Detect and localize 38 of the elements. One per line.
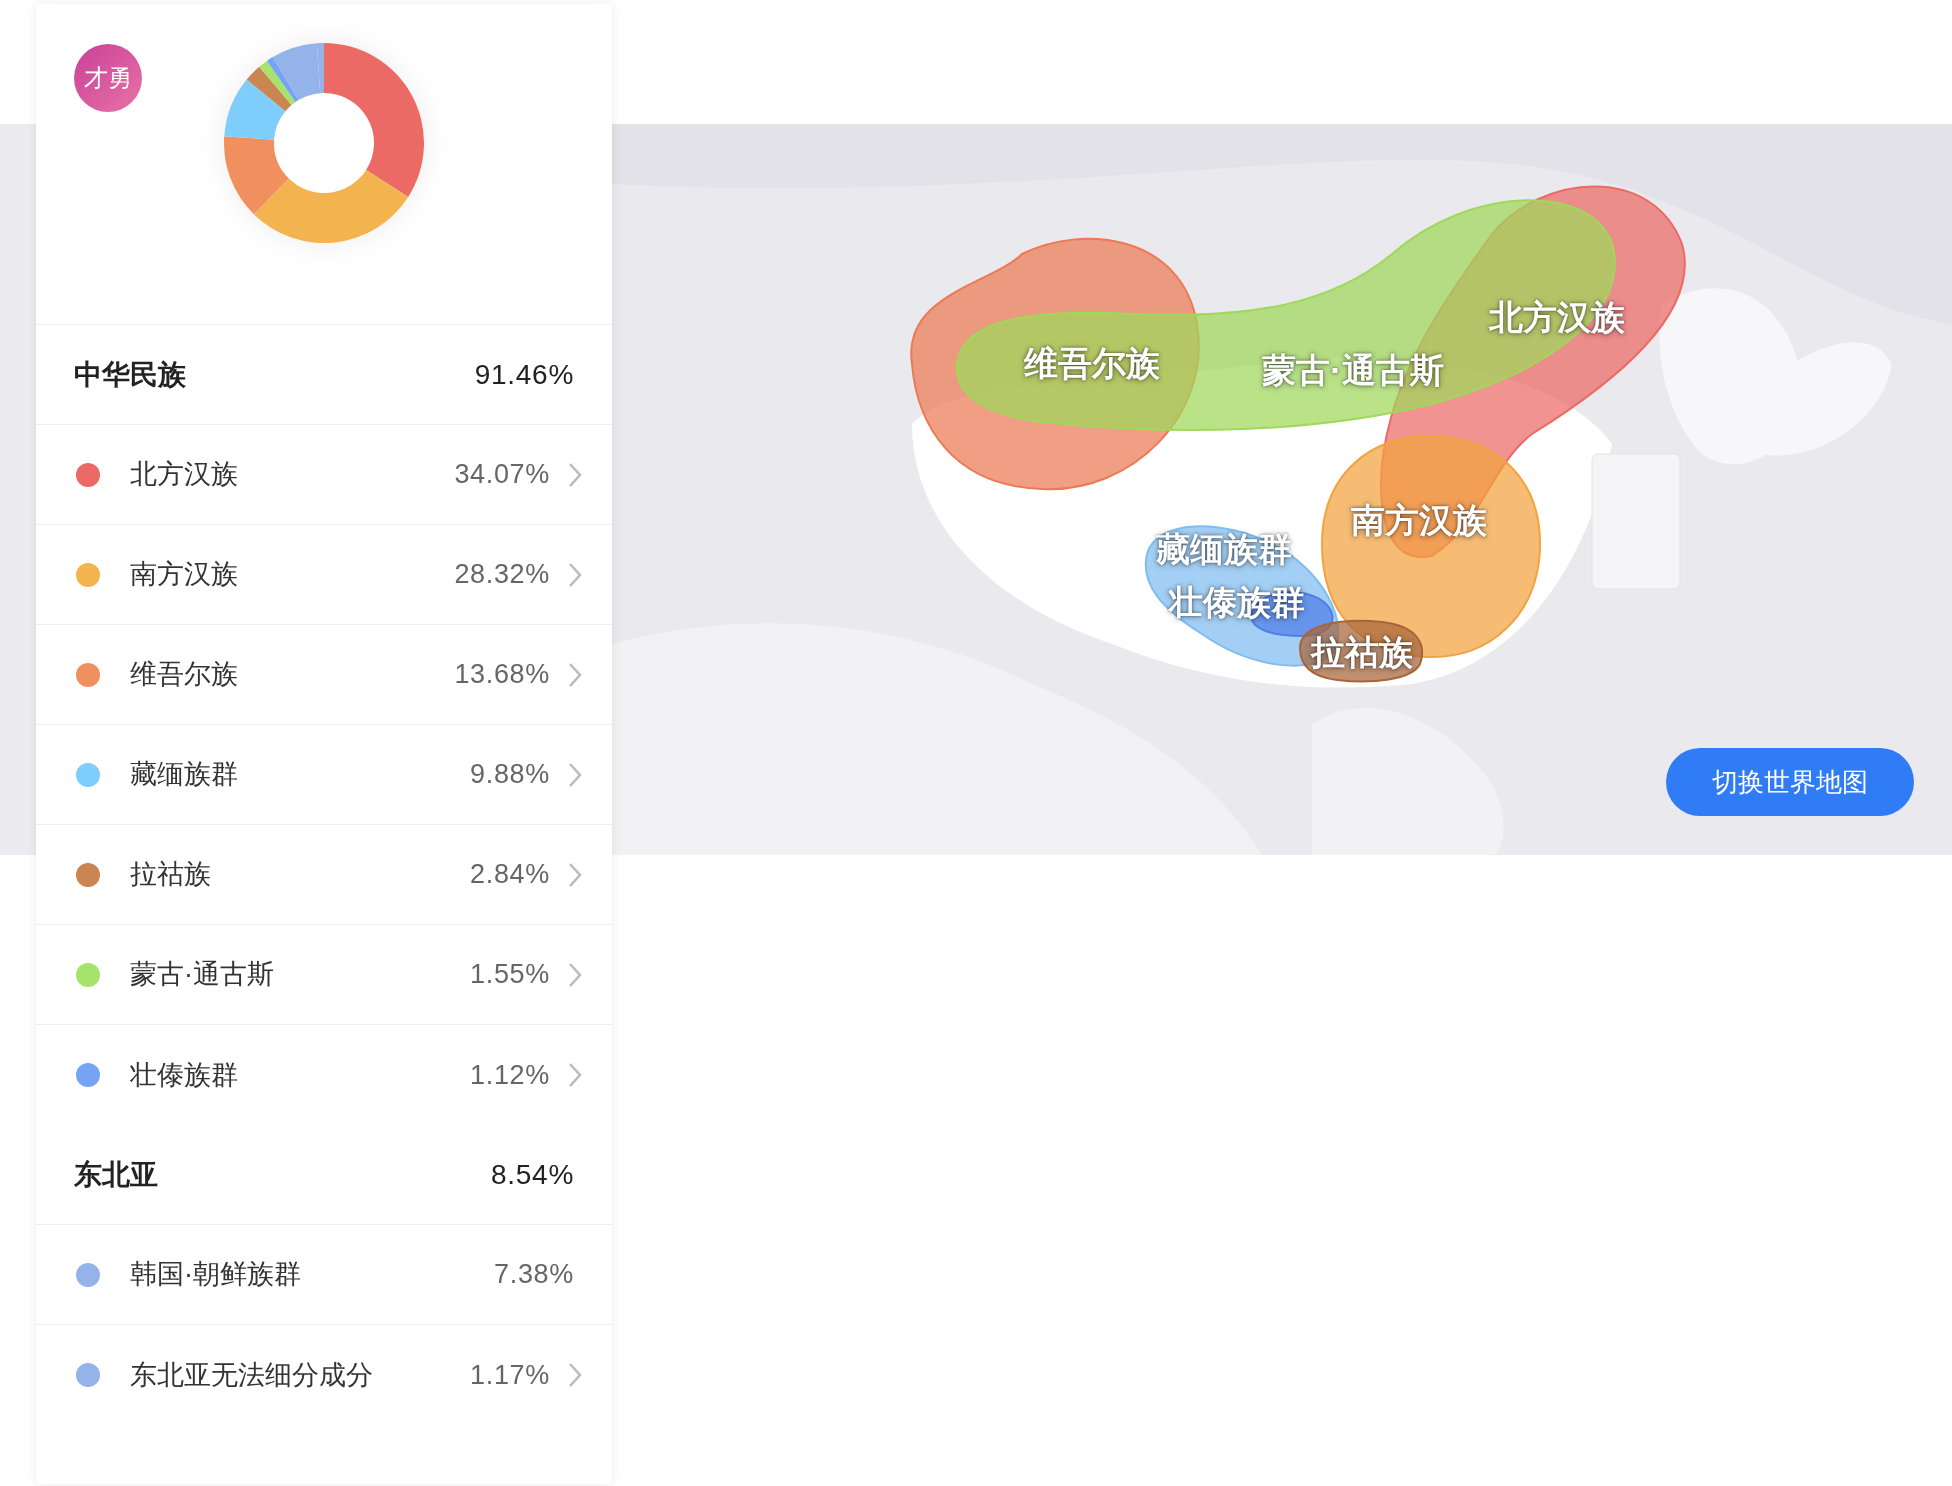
region-label: 维吾尔族 [1024,342,1160,384]
ancestry-percentage: 34.07% [454,458,550,492]
ancestry-name: 维吾尔族 [130,658,238,692]
ancestry-percentage: 13.68% [454,658,550,692]
ancestry-name: 拉祜族 [130,858,211,892]
ancestry-name: 东北亚无法细分成分 [130,1358,373,1392]
ancestry-name: 北方汉族 [130,458,238,492]
ancestry-name: 蒙古·通古斯 [130,958,274,992]
ancestry-row[interactable]: 壮傣族群 1.12% [36,1025,612,1125]
region-label: 北方汉族 [1489,296,1625,338]
ancestry-percentage: 7.38% [494,1258,574,1292]
group-percentage: 91.46% [474,357,574,392]
ancestry-row[interactable]: 东北亚无法细分成分 1.17% [36,1325,612,1425]
ancestry-name: 壮傣族群 [130,1058,238,1092]
group-name: 东北亚 [74,1157,158,1192]
ancestry-percentage: 9.88% [470,758,550,792]
ancestry-name: 藏缅族群 [130,758,238,792]
ancestry-percentage: 1.55% [470,958,550,992]
donut-slice [246,66,292,112]
avatar: 才勇 [74,44,142,112]
ancestry-percentage: 28.32% [454,558,550,592]
ancestry-row[interactable]: 蒙古·通古斯 1.55% [36,925,612,1025]
ancestry-row[interactable]: 北方汉族 34.07% [36,425,612,525]
region-label: 拉祜族 [1311,631,1413,673]
region-label: 蒙古·通古斯 [1262,349,1444,391]
switch-map-button[interactable]: 切换世界地图 [1666,748,1914,816]
ancestry-row[interactable]: 拉祜族 2.84% [36,825,612,925]
ancestry-percentage: 1.17% [470,1358,550,1392]
ancestry-name: 韩国·朝鲜族群 [130,1258,301,1292]
ancestry-row[interactable]: 维吾尔族 13.68% [36,625,612,725]
ancestry-percentage: 2.84% [470,858,550,892]
ancestry-row[interactable]: 藏缅族群 9.88% [36,725,612,825]
ancestry-percentage: 1.12% [470,1058,550,1092]
group-name: 中华民族 [74,357,186,392]
group-percentage: 8.54% [491,1157,574,1192]
ancestry-row[interactable]: 南方汉族 28.32% [36,525,612,625]
region-label: 南方汉族 [1351,499,1487,541]
ancestry-name: 南方汉族 [130,558,238,592]
